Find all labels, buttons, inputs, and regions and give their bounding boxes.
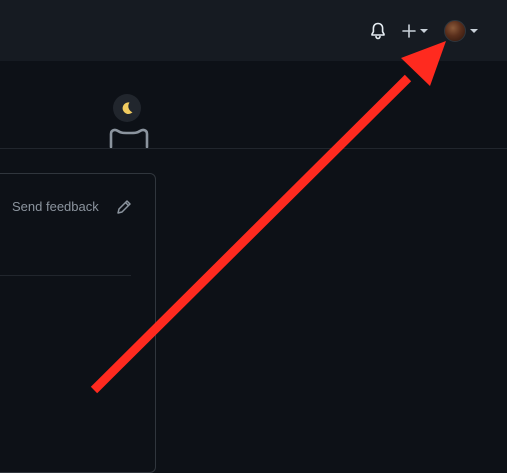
panel-divider: [0, 275, 131, 276]
notifications-button[interactable]: [368, 20, 388, 42]
top-header: [0, 0, 507, 61]
create-new-button[interactable]: [398, 20, 432, 42]
avatar: [444, 20, 466, 42]
chevron-down-icon: [420, 29, 428, 33]
bell-icon: [371, 22, 385, 40]
chevron-down-icon: [470, 29, 478, 33]
content-panel: [0, 173, 156, 473]
pencil-icon: [117, 200, 131, 214]
header-divider: [0, 148, 507, 149]
moon-icon: [113, 94, 141, 122]
send-feedback-link[interactable]: Send feedback: [12, 199, 99, 214]
mascot-illustration: [109, 128, 149, 148]
edit-button[interactable]: [115, 198, 133, 216]
user-menu-button[interactable]: [441, 18, 481, 44]
plus-icon: [402, 24, 416, 38]
